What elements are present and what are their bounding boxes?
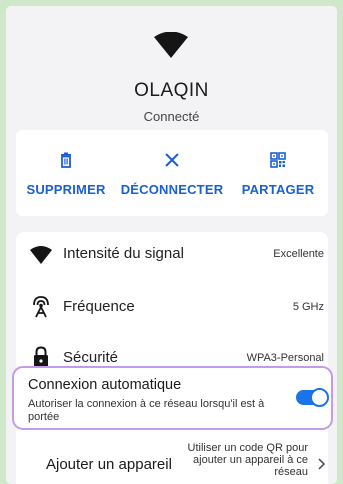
auto-connect-title: Connexion automatique	[28, 377, 182, 393]
auto-connect-row[interactable]: Connexion automatique Autoriser la conne…	[12, 366, 333, 430]
add-device-row[interactable]: Ajouter un appareil Utiliser un code QR …	[16, 440, 328, 484]
trash-icon	[61, 152, 71, 168]
wifi-icon	[30, 246, 52, 264]
add-device-hint: Utiliser un code QR pour ajouter un appa…	[187, 442, 308, 478]
share-button[interactable]: PARTAGER	[228, 130, 328, 216]
disconnect-button[interactable]: DÉCONNECTER	[116, 130, 228, 216]
toggle-knob	[310, 388, 329, 407]
frequency-value: 5 GHz	[292, 301, 324, 313]
close-icon	[165, 153, 179, 167]
signal-value: Excellente	[273, 248, 324, 260]
security-label: Sécurité	[63, 349, 119, 366]
signal-row: Intensité du signal Excellente	[16, 232, 328, 282]
network-status: Connecté	[143, 109, 200, 124]
lock-icon	[34, 346, 48, 367]
frequency-row: Fréquence 5 GHz	[16, 282, 328, 332]
add-device-label: Ajouter un appareil	[46, 456, 172, 473]
auto-connect-toggle[interactable]	[296, 388, 329, 407]
share-label: PARTAGER	[241, 182, 315, 197]
qr-code-icon	[270, 152, 286, 168]
action-bar: SUPPRIMER DÉCONNECTER PARTAGER	[16, 130, 328, 216]
security-value: WPA3-Personal	[246, 352, 324, 364]
antenna-icon	[33, 296, 49, 318]
frequency-label: Fréquence	[63, 298, 135, 315]
auto-connect-subtitle: Autoriser la connexion à ce réseau lorsq…	[28, 398, 265, 423]
disconnect-label: DÉCONNECTER	[120, 182, 224, 197]
chevron-right-icon	[318, 458, 326, 470]
forget-button[interactable]: SUPPRIMER	[16, 130, 116, 216]
forget-label: SUPPRIMER	[26, 182, 106, 197]
network-name: OLAQIN	[134, 80, 209, 101]
network-header: OLAQIN Connecté SUPPRIMER DÉCONNECTER PA…	[6, 6, 337, 226]
wifi-icon	[154, 32, 188, 58]
signal-label: Intensité du signal	[63, 245, 184, 262]
